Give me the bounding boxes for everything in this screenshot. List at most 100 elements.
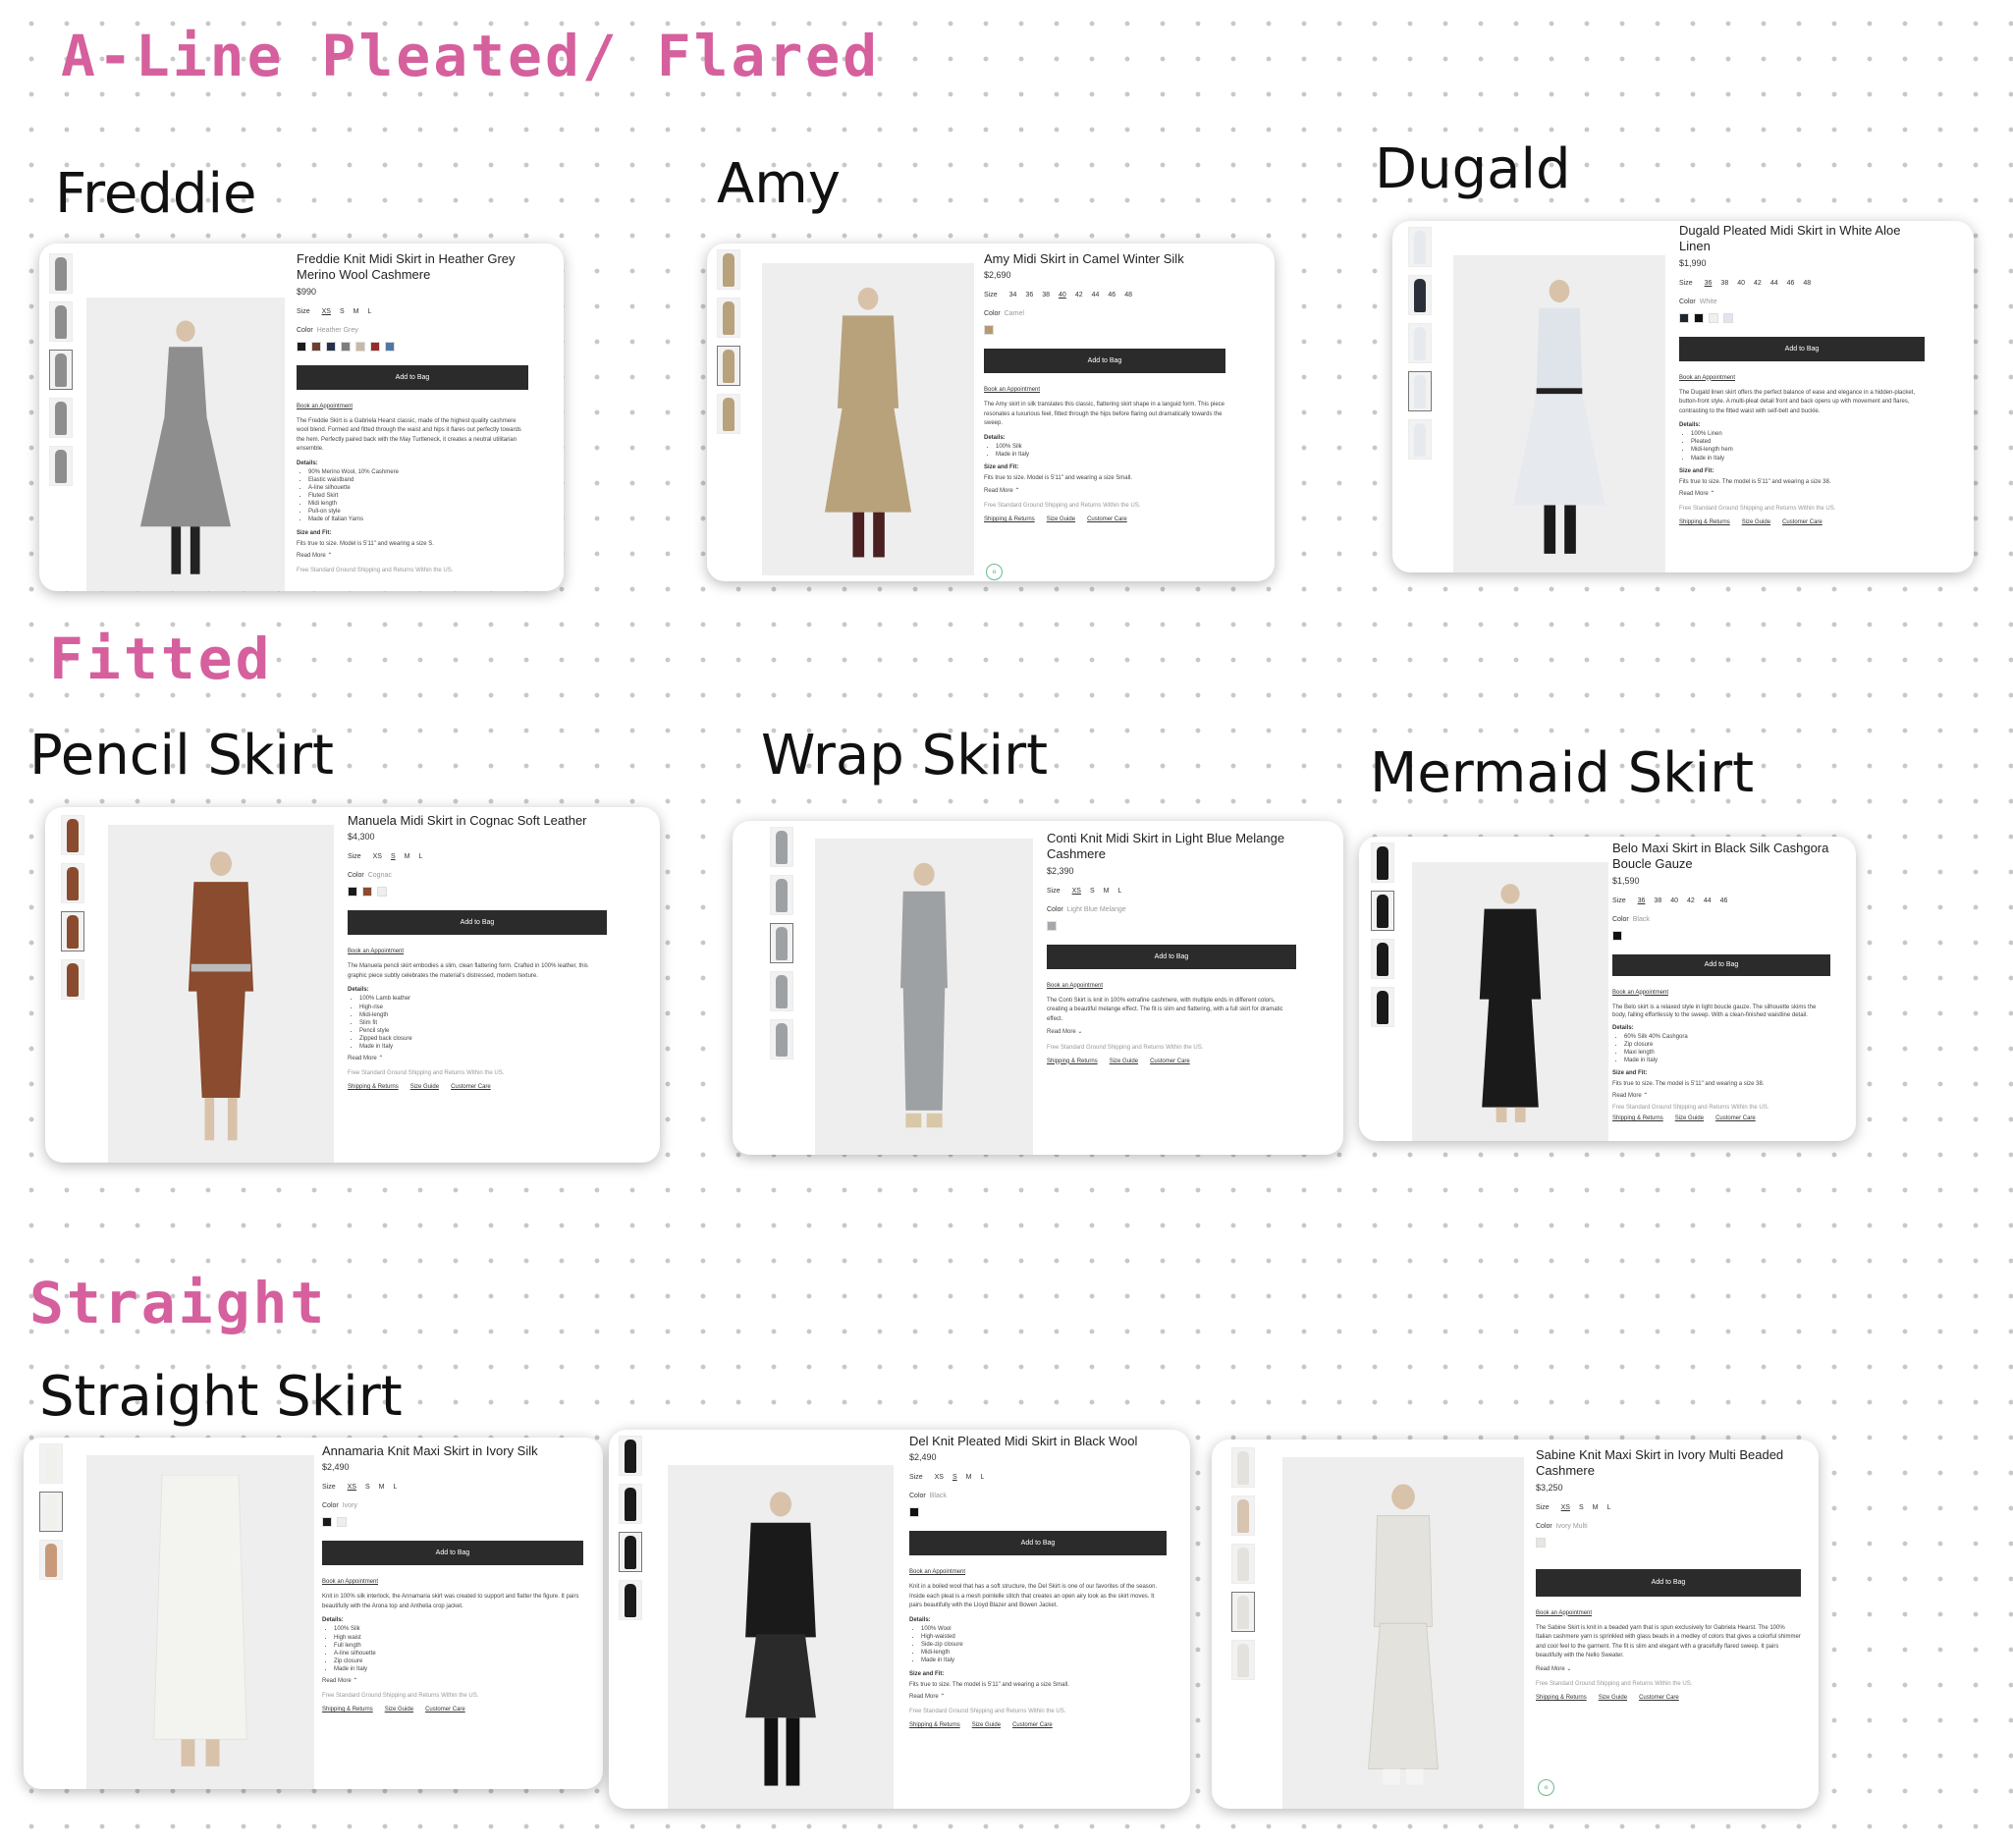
color-swatch[interactable] bbox=[385, 341, 395, 352]
size-guide-link[interactable]: Size Guide bbox=[1110, 1059, 1138, 1064]
add-to-bag-button[interactable]: Add to Bag bbox=[297, 364, 528, 390]
customer-care-link[interactable]: Customer Care bbox=[1782, 519, 1823, 525]
read-more-link[interactable]: Read More ⌃ bbox=[297, 552, 528, 560]
shipping-returns-link[interactable]: Shipping & Returns bbox=[1536, 1695, 1587, 1701]
color-swatch[interactable] bbox=[909, 1507, 919, 1518]
thumbnail[interactable] bbox=[1231, 1447, 1255, 1488]
book-appointment-link[interactable]: Book an Appointment bbox=[322, 1579, 583, 1585]
size-option[interactable]: XS bbox=[373, 853, 382, 860]
thumbnail-selected[interactable] bbox=[619, 1532, 642, 1572]
size-option[interactable]: 36 bbox=[1705, 280, 1713, 287]
read-more-link[interactable]: Read More ⌃ bbox=[1612, 1092, 1830, 1100]
size-option[interactable]: XS bbox=[935, 1474, 944, 1481]
size-option[interactable]: 44 bbox=[1704, 897, 1712, 904]
thumbnail[interactable] bbox=[1231, 1544, 1255, 1584]
add-to-bag-button[interactable]: Add to Bag bbox=[322, 1541, 583, 1566]
thumbnail[interactable] bbox=[717, 394, 740, 434]
thumbnail[interactable] bbox=[770, 971, 793, 1011]
add-to-bag-button[interactable]: Add to Bag bbox=[984, 349, 1225, 374]
size-option[interactable]: XS bbox=[322, 308, 331, 315]
book-appointment-link[interactable]: Book an Appointment bbox=[909, 1569, 1167, 1575]
size-option[interactable]: 34 bbox=[1009, 292, 1017, 299]
book-appointment-link[interactable]: Book an Appointment bbox=[1612, 990, 1830, 996]
thumbnail[interactable] bbox=[1408, 323, 1432, 363]
size-option[interactable]: 36 bbox=[1025, 292, 1033, 299]
thumbnail[interactable] bbox=[61, 815, 84, 855]
color-swatch[interactable] bbox=[362, 887, 372, 897]
thumbnail[interactable] bbox=[61, 959, 84, 1000]
shipping-returns-link[interactable]: Shipping & Returns bbox=[1679, 519, 1730, 525]
size-option[interactable]: 40 bbox=[1737, 280, 1745, 287]
size-option[interactable]: 44 bbox=[1092, 292, 1100, 299]
size-option[interactable]: S bbox=[340, 308, 345, 315]
thumbnail[interactable] bbox=[1371, 842, 1394, 883]
add-to-bag-button[interactable]: Add to Bag bbox=[348, 910, 607, 936]
customer-care-link[interactable]: Customer Care bbox=[1639, 1695, 1679, 1701]
color-swatch[interactable] bbox=[377, 887, 387, 897]
thumbnail-selected[interactable] bbox=[1231, 1592, 1255, 1632]
size-option[interactable]: M bbox=[405, 853, 410, 860]
color-swatch[interactable] bbox=[1709, 312, 1718, 323]
thumbnail[interactable] bbox=[49, 301, 73, 342]
size-option[interactable]: XS bbox=[1072, 888, 1081, 895]
add-to-bag-button[interactable]: Add to Bag bbox=[1679, 336, 1925, 361]
book-appointment-link[interactable]: Book an Appointment bbox=[348, 949, 607, 954]
shipping-returns-link[interactable]: Shipping & Returns bbox=[322, 1707, 373, 1712]
size-option[interactable]: S bbox=[1579, 1504, 1584, 1511]
thumbnail[interactable] bbox=[1408, 275, 1432, 315]
color-swatch[interactable] bbox=[984, 325, 994, 336]
thumbnail-selected[interactable] bbox=[39, 1492, 63, 1532]
thumbnail[interactable] bbox=[39, 1443, 63, 1484]
color-swatch[interactable] bbox=[1612, 930, 1622, 941]
size-option[interactable]: 48 bbox=[1124, 292, 1132, 299]
size-option[interactable]: 42 bbox=[1687, 897, 1695, 904]
color-swatch[interactable] bbox=[297, 341, 306, 352]
size-option[interactable]: M bbox=[1104, 888, 1110, 895]
size-option[interactable]: M bbox=[1593, 1504, 1599, 1511]
thumbnail[interactable] bbox=[39, 1540, 63, 1580]
add-to-bag-button[interactable]: Add to Bag bbox=[1536, 1568, 1801, 1597]
size-option[interactable]: M bbox=[966, 1474, 972, 1481]
color-swatch[interactable] bbox=[326, 341, 336, 352]
size-option[interactable]: 38 bbox=[1654, 897, 1661, 904]
size-option[interactable]: 42 bbox=[1075, 292, 1083, 299]
size-option[interactable]: L bbox=[367, 308, 371, 315]
book-appointment-link[interactable]: Book an Appointment bbox=[297, 404, 528, 409]
add-to-bag-button[interactable]: Add to Bag bbox=[1047, 944, 1296, 969]
size-option[interactable]: 36 bbox=[1638, 897, 1646, 904]
color-swatch[interactable] bbox=[341, 341, 351, 352]
size-option[interactable]: L bbox=[1117, 888, 1121, 895]
size-option[interactable]: L bbox=[1606, 1504, 1610, 1511]
customer-care-link[interactable]: Customer Care bbox=[425, 1707, 465, 1712]
size-option[interactable]: 48 bbox=[1803, 280, 1811, 287]
size-option[interactable]: 46 bbox=[1108, 292, 1115, 299]
color-swatch[interactable] bbox=[322, 1517, 332, 1528]
book-appointment-link[interactable]: Book an Appointment bbox=[1536, 1610, 1801, 1616]
color-swatch[interactable] bbox=[337, 1517, 347, 1528]
thumbnail[interactable] bbox=[619, 1580, 642, 1620]
size-option[interactable]: 42 bbox=[1754, 280, 1762, 287]
read-more-link[interactable]: Read More ⌄ bbox=[1047, 1028, 1296, 1036]
read-more-link[interactable]: Read More ⌃ bbox=[909, 1693, 1167, 1701]
size-option[interactable]: M bbox=[354, 308, 359, 315]
size-guide-link[interactable]: Size Guide bbox=[1047, 516, 1075, 522]
thumbnail[interactable] bbox=[49, 398, 73, 438]
thumbnail[interactable] bbox=[1371, 939, 1394, 979]
shipping-returns-link[interactable]: Shipping & Returns bbox=[1612, 1115, 1663, 1121]
thumbnail-selected[interactable] bbox=[1408, 371, 1432, 411]
size-option[interactable]: S bbox=[1090, 888, 1095, 895]
size-guide-link[interactable]: Size Guide bbox=[1675, 1115, 1704, 1121]
read-more-link[interactable]: Read More ⌃ bbox=[984, 487, 1225, 495]
thumbnail[interactable] bbox=[770, 827, 793, 867]
book-appointment-link[interactable]: Book an Appointment bbox=[1047, 983, 1296, 989]
read-more-link[interactable]: Read More ⌃ bbox=[348, 1055, 607, 1062]
size-guide-link[interactable]: Size Guide bbox=[385, 1707, 413, 1712]
customer-care-link[interactable]: Customer Care bbox=[1150, 1059, 1190, 1064]
customer-care-link[interactable]: Customer Care bbox=[1087, 516, 1127, 522]
size-option[interactable]: 40 bbox=[1670, 897, 1678, 904]
add-to-bag-button[interactable]: Add to Bag bbox=[1612, 953, 1830, 976]
thumbnail[interactable] bbox=[717, 298, 740, 338]
size-option[interactable]: 40 bbox=[1059, 292, 1066, 299]
thumbnail-selected[interactable] bbox=[717, 346, 740, 386]
shipping-returns-link[interactable]: Shipping & Returns bbox=[984, 516, 1035, 522]
